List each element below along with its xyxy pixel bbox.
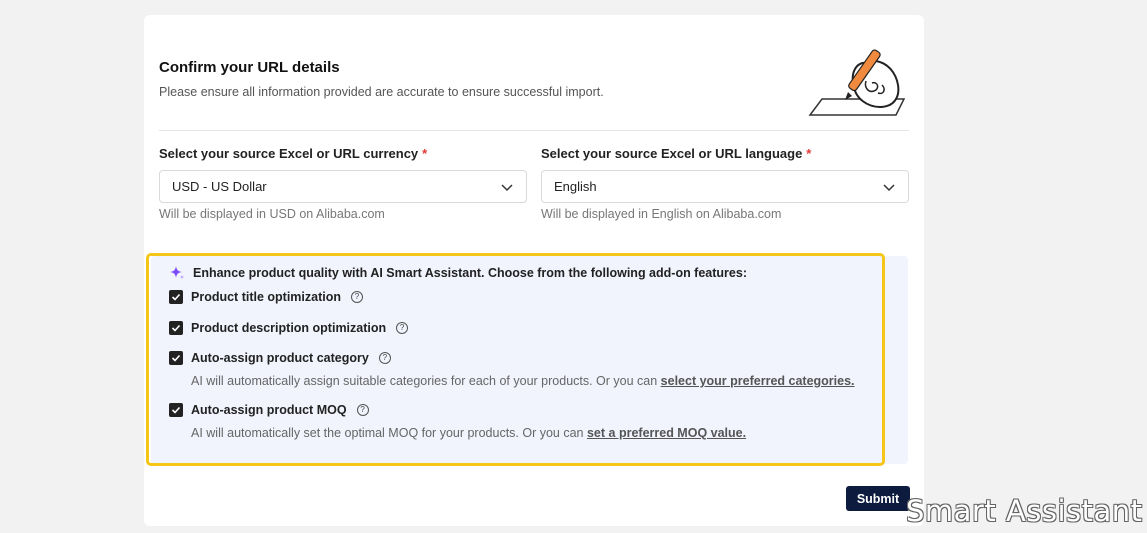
help-icon[interactable]: ? — [351, 291, 363, 303]
checkbox-checked[interactable] — [169, 403, 183, 417]
checkbox-checked[interactable] — [169, 321, 183, 335]
language-label: Select your source Excel or URL language… — [541, 146, 811, 161]
currency-select-value: USD - US Dollar — [172, 179, 267, 194]
help-icon[interactable]: ? — [356, 404, 369, 416]
import-card: Confirm your URL details Please ensure a… — [144, 15, 924, 526]
option-description: AI will automatically assign suitable ca… — [191, 374, 661, 388]
option-auto-category-description: AI will automatically assign suitable ca… — [191, 374, 855, 388]
option-auto-category[interactable]: Auto-assign product category ? — [169, 351, 391, 365]
page-subtitle: Please ensure all information provided a… — [159, 85, 604, 99]
language-label-text: Select your source Excel or URL language — [541, 146, 803, 161]
option-description-optimization[interactable]: Product description optimization ? — [169, 321, 409, 335]
preferred-moq-link[interactable]: set a preferred MOQ value. — [587, 426, 746, 440]
language-select-value: English — [554, 179, 597, 194]
option-label: Auto-assign product MOQ — [191, 403, 347, 417]
preferred-categories-link[interactable]: select your preferred categories. — [661, 374, 855, 388]
help-icon[interactable]: ? — [378, 352, 391, 364]
submit-button[interactable]: Submit — [846, 486, 910, 511]
option-title-optimization[interactable]: Product title optimization ? — [169, 290, 363, 304]
currency-label: Select your source Excel or URL currency… — [159, 146, 427, 161]
chevron-down-icon — [501, 183, 513, 191]
check-icon — [171, 406, 181, 414]
currency-hint: Will be displayed in USD on Alibaba.com — [159, 207, 385, 221]
option-auto-moq-description: AI will automatically set the optimal MO… — [191, 426, 746, 440]
required-mark: * — [806, 146, 812, 161]
option-auto-moq[interactable]: Auto-assign product MOQ ? — [169, 403, 369, 417]
required-mark: * — [422, 146, 428, 161]
check-icon — [171, 324, 181, 332]
sparkle-icon — [170, 266, 184, 279]
help-icon[interactable]: ? — [396, 322, 409, 334]
checkbox-checked[interactable] — [169, 351, 183, 365]
option-label: Product title optimization — [191, 290, 341, 304]
ai-assistant-title: Enhance product quality with AI Smart As… — [169, 265, 747, 281]
watermark-text: Smart Assistant — [906, 494, 1143, 528]
checkbox-checked[interactable] — [169, 290, 183, 304]
option-description: AI will automatically set the optimal MO… — [191, 426, 587, 440]
currency-select[interactable]: USD - US Dollar — [159, 170, 527, 203]
page-title: Confirm your URL details — [159, 59, 340, 76]
option-label: Product description optimization — [191, 321, 387, 335]
hand-writing-illustration — [808, 49, 906, 116]
currency-label-text: Select your source Excel or URL currency — [159, 146, 419, 161]
chevron-down-icon — [883, 183, 895, 191]
header-divider — [159, 130, 909, 131]
check-icon — [171, 354, 181, 362]
option-label: Auto-assign product category — [191, 351, 369, 365]
language-hint: Will be displayed in English on Alibaba.… — [541, 207, 782, 221]
language-select[interactable]: English — [541, 170, 909, 203]
ai-assistant-title-text: Enhance product quality with AI Smart As… — [193, 266, 747, 280]
check-icon — [171, 293, 181, 301]
